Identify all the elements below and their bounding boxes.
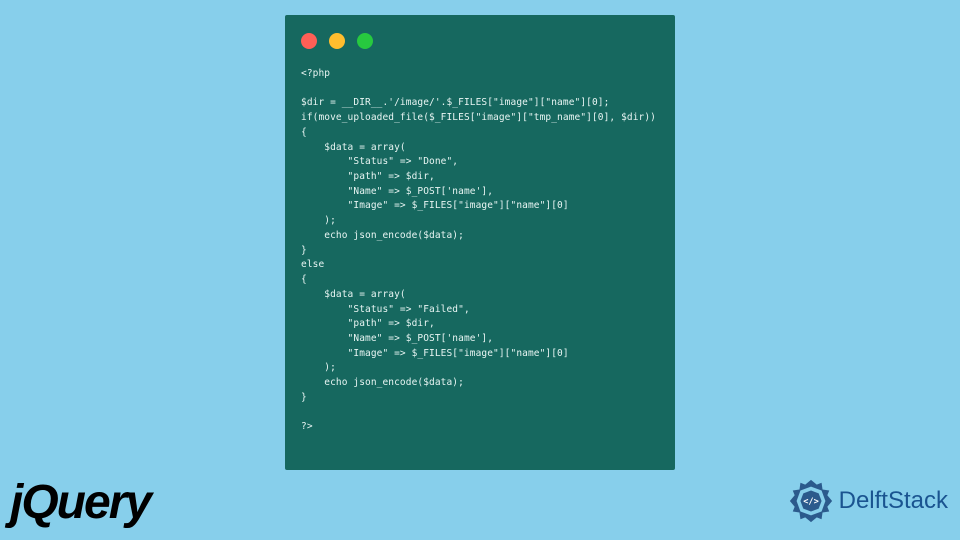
maximize-icon — [357, 33, 373, 49]
delftstack-text: DelftStack — [839, 487, 948, 515]
code-line: } — [301, 392, 307, 403]
delftstack-icon: </> — [787, 477, 835, 525]
code-line: $dir = __DIR__.'/image/'.$_FILES["image"… — [301, 97, 609, 108]
close-icon — [301, 33, 317, 49]
minimize-icon — [329, 33, 345, 49]
code-window: <?php $dir = __DIR__.'/image/'.$_FILES["… — [285, 15, 675, 470]
code-line: ); — [301, 215, 336, 226]
jquery-logo: jQuery — [10, 475, 150, 530]
code-line: else — [301, 259, 324, 270]
jquery-logo-text: jQuery — [10, 476, 150, 529]
code-line: "Status" => "Failed", — [301, 304, 470, 315]
code-line: "Status" => "Done", — [301, 156, 458, 167]
code-line: echo json_encode($data); — [301, 377, 464, 388]
code-line: { — [301, 127, 307, 138]
code-content: <?php $dir = __DIR__.'/image/'.$_FILES["… — [301, 67, 659, 435]
code-line: "path" => $dir, — [301, 318, 435, 329]
code-line: <?php — [301, 68, 330, 79]
code-line: "Image" => $_FILES["image"]["name"][0] — [301, 348, 569, 359]
code-line: "Name" => $_POST['name'], — [301, 186, 493, 197]
code-line: } — [301, 245, 307, 256]
code-line: ?> — [301, 421, 313, 432]
window-controls — [301, 33, 659, 49]
code-line: "path" => $dir, — [301, 171, 435, 182]
code-line: $data = array( — [301, 142, 406, 153]
code-line: "Name" => $_POST['name'], — [301, 333, 493, 344]
code-line: "Image" => $_FILES["image"]["name"][0] — [301, 200, 569, 211]
code-line: { — [301, 274, 307, 285]
code-line: $data = array( — [301, 289, 406, 300]
code-line: echo json_encode($data); — [301, 230, 464, 241]
code-line: if(move_uploaded_file($_FILES["image"]["… — [301, 112, 656, 123]
code-line: ); — [301, 362, 336, 373]
delftstack-logo: </> DelftStack — [787, 477, 948, 525]
svg-text:</>: </> — [803, 497, 819, 507]
